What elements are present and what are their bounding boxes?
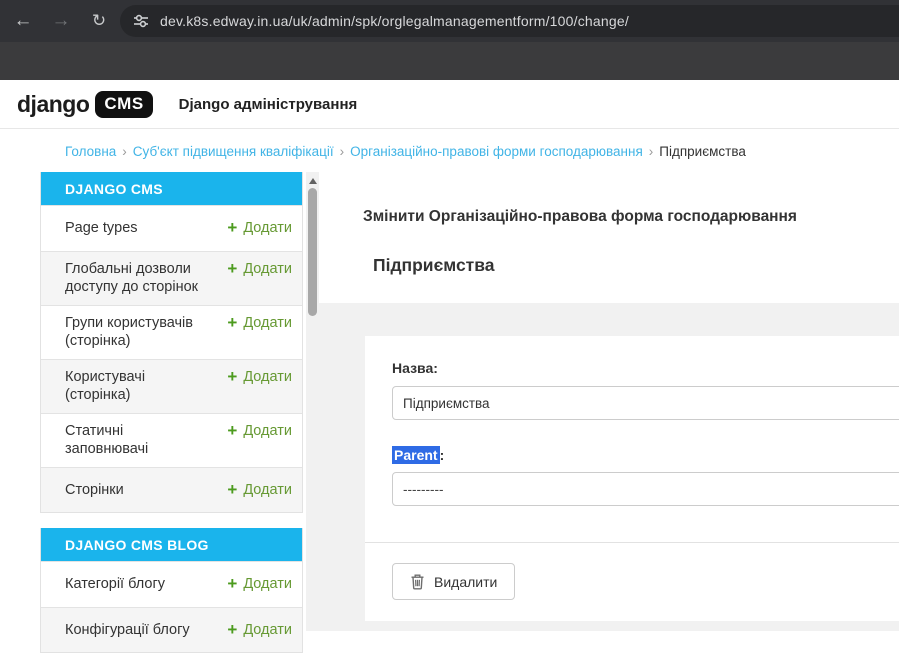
plus-icon: + <box>227 422 237 440</box>
trash-icon <box>410 573 425 590</box>
admin-site-title[interactable]: Django адміністрування <box>179 96 358 113</box>
add-link-label: Додати <box>243 219 292 237</box>
reload-icon[interactable]: ↻ <box>84 0 114 42</box>
sidebar-item-label[interactable]: Статичні заповнювачі <box>65 422 207 459</box>
parent-label-colon: : <box>440 447 445 463</box>
sidebar-module-title: DJANGO CMS BLOG <box>41 528 302 561</box>
django-cms-logo[interactable]: django <box>17 91 89 118</box>
breadcrumb-link-home[interactable]: Головна <box>65 144 116 159</box>
sidebar-item-pages[interactable]: Сторінки + Додати <box>41 467 302 513</box>
add-page-user-link[interactable]: + Додати <box>227 368 292 386</box>
name-input[interactable] <box>392 386 899 420</box>
add-page-types-link[interactable]: + Додати <box>227 219 292 237</box>
breadcrumb-separator: › <box>340 144 345 159</box>
add-link-label: Додати <box>243 575 292 593</box>
breadcrumb: Головна › Суб'єкт підвищення кваліфікаці… <box>0 130 899 172</box>
address-bar[interactable]: dev.k8s.edway.in.ua/uk/admin/spk/orglega… <box>120 5 899 37</box>
add-blog-configuration-link[interactable]: + Додати <box>227 621 292 639</box>
add-link-label: Додати <box>243 481 292 499</box>
add-page-user-group-link[interactable]: + Додати <box>227 314 292 332</box>
plus-icon: + <box>227 219 237 237</box>
cms-logo-badge[interactable]: CMS <box>95 91 152 118</box>
breadcrumb-link-org-legal-forms[interactable]: Організаційно-правові форми господарюван… <box>350 144 643 159</box>
sidebar-item-label[interactable]: Групи користувачів (сторінка) <box>65 314 207 351</box>
breadcrumb-link-spk[interactable]: Суб'єкт підвищення кваліфікації <box>133 144 334 159</box>
sidebar-item-static-placeholders[interactable]: Статичні заповнювачі + Додати <box>41 413 302 467</box>
add-link-label: Додати <box>243 368 292 386</box>
site-settings-tune-icon[interactable] <box>133 13 149 29</box>
name-field-label: Назва: <box>392 360 438 376</box>
sidebar: DJANGO CMS Page types + Додати Глобальні… <box>40 172 303 653</box>
add-link-label: Додати <box>243 422 292 440</box>
sidebar-module-title: DJANGO CMS <box>41 172 302 205</box>
sidebar-item-label[interactable]: Категорії блогу <box>65 575 207 594</box>
scrollbar-thumb[interactable] <box>308 188 317 316</box>
plus-icon: + <box>227 575 237 593</box>
form-divider <box>365 542 899 543</box>
sidebar-item-label[interactable]: Глобальні дозволи доступу до сторінок <box>65 260 207 297</box>
sidebar-item-page-users[interactable]: Користувачі (сторінка) + Додати <box>41 359 302 413</box>
sidebar-module-django-cms-blog: DJANGO CMS BLOG Категорії блогу + Додати… <box>40 528 303 653</box>
sidebar-item-label[interactable]: Page types <box>65 219 207 238</box>
sidebar-item-blog-categories[interactable]: Категорії блогу + Додати <box>41 561 302 607</box>
delete-button-label: Видалити <box>434 574 497 590</box>
sidebar-item-page-user-groups[interactable]: Групи користувачів (сторінка) + Додати <box>41 305 302 359</box>
sidebar-module-django-cms: DJANGO CMS Page types + Додати Глобальні… <box>40 172 303 513</box>
sidebar-item-global-page-permissions[interactable]: Глобальні дозволи доступу до сторінок + … <box>41 251 302 305</box>
scrollbar-up-arrow-icon[interactable] <box>309 178 317 184</box>
parent-label-selected-text: Parent <box>392 446 440 464</box>
main-content: Змінити Організаційно-правова форма госп… <box>319 172 899 631</box>
sidebar-item-page-types[interactable]: Page types + Додати <box>41 205 302 251</box>
add-link-label: Додати <box>243 314 292 332</box>
plus-icon: + <box>227 481 237 499</box>
add-global-page-permission-link[interactable]: + Додати <box>227 260 292 278</box>
add-link-label: Додати <box>243 621 292 639</box>
object-title: Підприємства <box>373 255 495 276</box>
add-page-link[interactable]: + Додати <box>227 481 292 499</box>
browser-chrome: ← → ↻ dev.k8s.edway.in.ua/uk/admin/spk/o… <box>0 0 899 80</box>
sidebar-item-label[interactable]: Конфігурації блогу <box>65 621 207 640</box>
delete-button[interactable]: Видалити <box>392 563 515 600</box>
breadcrumb-separator: › <box>649 144 654 159</box>
sidebar-item-label[interactable]: Сторінки <box>65 481 207 500</box>
change-form-panel: Назва: Parent: --------- Видалити <box>365 336 899 621</box>
plus-icon: + <box>227 314 237 332</box>
parent-field-label: Parent: <box>392 447 444 463</box>
sidebar-item-label[interactable]: Користувачі (сторінка) <box>65 368 207 405</box>
site-header: django CMS Django адміністрування <box>0 80 899 129</box>
plus-icon: + <box>227 368 237 386</box>
add-static-placeholder-link[interactable]: + Додати <box>227 422 292 440</box>
browser-toolbar: ← → ↻ dev.k8s.edway.in.ua/uk/admin/spk/o… <box>0 0 899 42</box>
breadcrumb-current: Підприємства <box>659 144 746 159</box>
add-blog-category-link[interactable]: + Додати <box>227 575 292 593</box>
forward-icon[interactable]: → <box>46 0 76 42</box>
sidebar-scrollbar[interactable] <box>306 172 319 631</box>
sidebar-item-blog-configurations[interactable]: Конфігурації блогу + Додати <box>41 607 302 653</box>
breadcrumb-separator: › <box>122 144 127 159</box>
bookmarks-bar <box>0 42 899 80</box>
url-text: dev.k8s.edway.in.ua/uk/admin/spk/orglega… <box>160 13 629 29</box>
plus-icon: + <box>227 260 237 278</box>
page-title: Змінити Організаційно-правова форма госп… <box>363 208 797 226</box>
add-link-label: Додати <box>243 260 292 278</box>
back-icon[interactable]: ← <box>8 0 38 42</box>
parent-select[interactable]: --------- <box>392 472 899 506</box>
plus-icon: + <box>227 621 237 639</box>
